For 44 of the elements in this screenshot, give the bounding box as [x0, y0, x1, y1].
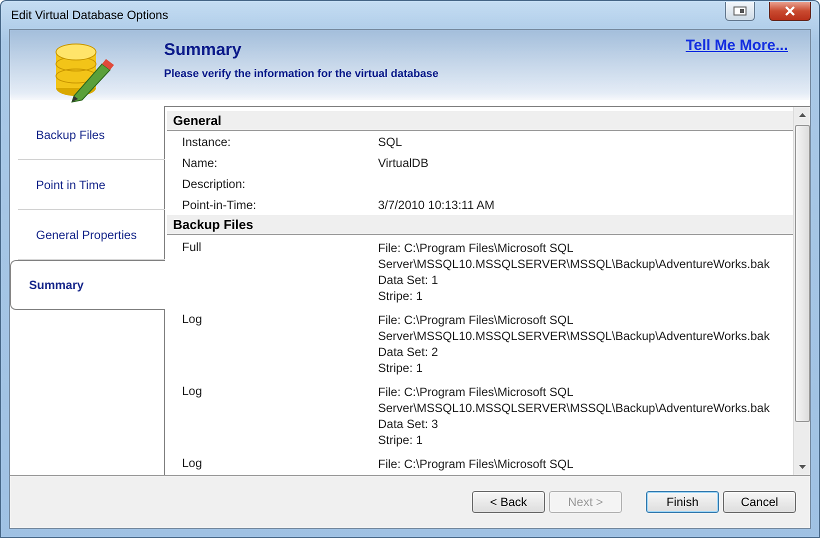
scroll-up-icon	[798, 113, 806, 117]
window-icon	[733, 6, 747, 16]
backup-detail: Stripe: 1	[378, 288, 424, 304]
backup-detail: Data Set: 3	[378, 416, 440, 432]
section-header: General	[167, 111, 793, 131]
backup-detail: File: C:\Program Files\Microsoft SQL	[378, 384, 574, 400]
nav-tab[interactable]: Summary	[10, 260, 165, 310]
scroll-down-icon	[798, 465, 806, 469]
scrollbar[interactable]	[793, 107, 810, 475]
backup-detail: Data Set: 1	[378, 272, 440, 288]
property-label: Description:	[181, 176, 246, 190]
property-value: VirtualDB	[378, 156, 428, 170]
backup-detail: Stripe: 1	[378, 360, 424, 376]
backup-detail: Stripe: 1	[378, 432, 424, 448]
property-label: Instance:	[181, 134, 232, 148]
backup-detail: Server\MSSQL10.MSSQLSERVER\MSSQL\Backup\AdventureWorks.bak	[378, 400, 770, 416]
backup-type: Log	[181, 456, 204, 472]
property-label: Name:	[181, 156, 218, 170]
backup-type: Log	[181, 312, 204, 328]
backup-type: Log	[181, 384, 204, 400]
backup-detail: File: C:\Program Files\Microsoft SQL	[378, 456, 574, 472]
window-button[interactable]	[725, 2, 755, 21]
page-subtitle: Please verify the information for the virtual database	[164, 68, 438, 80]
page-title: Summary	[164, 40, 242, 60]
close-button[interactable]	[769, 2, 811, 21]
section-header: Backup Files	[167, 215, 793, 235]
nav-tab[interactable]: Point in Time	[18, 160, 165, 210]
property-label: Point-in-Time:	[181, 198, 258, 212]
scroll-thumb[interactable]	[794, 125, 810, 422]
backup-detail: File: C:\Program Files\Microsoft SQL	[378, 240, 574, 256]
help-link[interactable]: Tell Me More...	[686, 37, 788, 54]
backup-detail: Server\MSSQL10.MSSQLSERVER\MSSQL\Backup\AdventureWorks.bak	[378, 328, 770, 344]
nav-tab[interactable]: Backup Files	[18, 110, 165, 160]
close-icon	[784, 6, 796, 16]
dialog-button[interactable]: Cancel	[723, 491, 796, 513]
backup-detail: Data Set: 2	[378, 344, 440, 360]
property-value: SQL	[378, 134, 402, 148]
backup-detail: Server\MSSQL10.MSSQLSERVER\MSSQL\Backup\AdventureWorks.bak	[378, 256, 770, 272]
dialog-button[interactable]: Finish	[646, 491, 719, 513]
property-value: 3/7/2010 10:13:11 AM	[378, 198, 495, 212]
dialog-button[interactable]: < Back	[472, 491, 545, 513]
backup-detail: File: C:\Program Files\Microsoft SQL	[378, 312, 574, 328]
backup-type: Full	[181, 240, 202, 256]
window-title: Edit Virtual Database Options	[10, 8, 168, 22]
